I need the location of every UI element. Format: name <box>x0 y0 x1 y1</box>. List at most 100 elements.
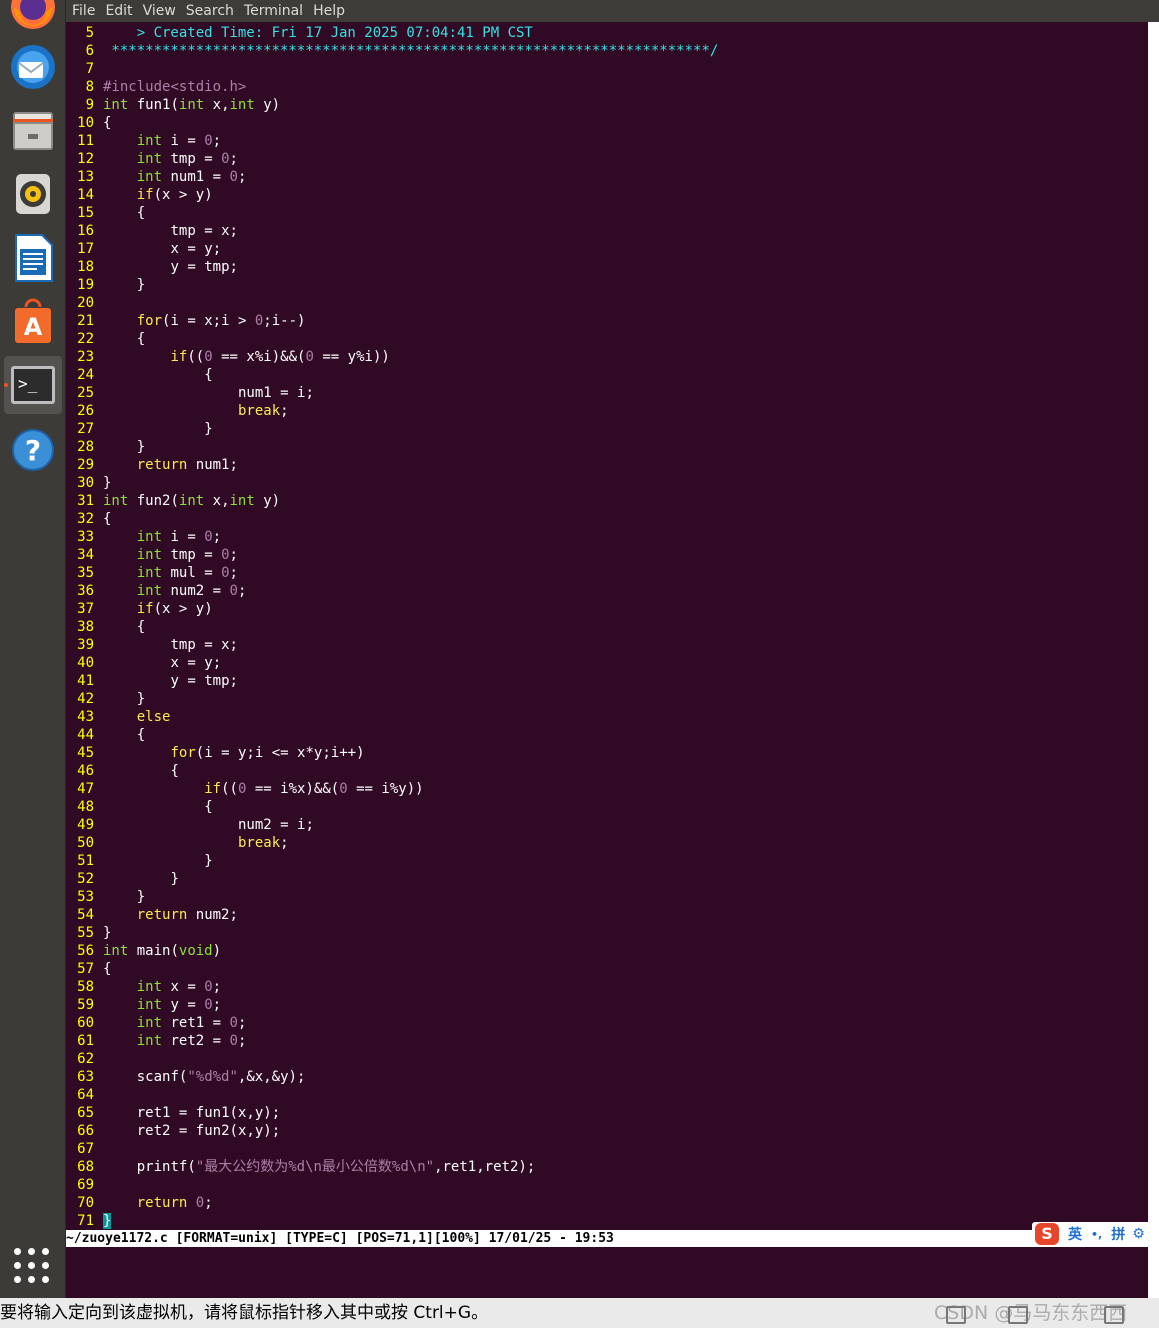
line-text: { <box>136 727 146 743</box>
line-text: y = tmp; <box>170 259 238 275</box>
tray-network-icon[interactable] <box>1008 1306 1028 1324</box>
terminal-menubar: File Edit View Search Terminal Help <box>66 0 1159 22</box>
code-line: 48 { <box>66 798 718 816</box>
line-number: 62 <box>77 1051 94 1067</box>
ime-punct-toggle[interactable]: •, <box>1091 1228 1102 1241</box>
code-line: 14 if(x > y) <box>66 186 718 204</box>
line-number: 50 <box>77 835 94 851</box>
code-line: 60 int ret1 = 0; <box>66 1014 718 1032</box>
line-number: 24 <box>77 367 94 383</box>
line-text: int fun1(int x,int y) <box>103 97 281 113</box>
line-number: 60 <box>77 1015 94 1031</box>
line-number: 36 <box>77 583 94 599</box>
line-text: else <box>136 709 171 725</box>
terminal-icon[interactable]: >_ <box>4 356 62 414</box>
line-text: x = y; <box>170 241 222 257</box>
menu-terminal[interactable]: Terminal <box>239 0 308 22</box>
code-line: 20 <box>66 294 718 312</box>
ime-lang-toggle[interactable]: 英 <box>1068 1224 1082 1244</box>
line-text: if(x > y) <box>136 187 213 203</box>
line-number: 16 <box>77 223 94 239</box>
menu-edit[interactable]: Edit <box>100 0 137 22</box>
code-line: 52 } <box>66 870 718 888</box>
code-line: 53 } <box>66 888 718 906</box>
line-number: 35 <box>77 565 94 581</box>
files-icon[interactable] <box>4 101 62 159</box>
writer-icon[interactable] <box>4 229 62 287</box>
menu-view[interactable]: View <box>138 0 181 22</box>
line-number: 53 <box>77 889 94 905</box>
line-number: 55 <box>77 925 94 941</box>
line-text: if(x > y) <box>136 601 213 617</box>
line-text: } <box>204 853 213 869</box>
line-text: { <box>103 115 112 131</box>
sogou-ime-toolbar[interactable]: S 英 •, 拼 ⚙ <box>1032 1222 1159 1246</box>
line-number: 39 <box>77 637 94 653</box>
menu-search[interactable]: Search <box>181 0 239 22</box>
thunderbird-icon[interactable] <box>4 38 62 96</box>
line-text: #include<stdio.h> <box>103 79 247 95</box>
code-line: 34 int tmp = 0; <box>66 546 718 564</box>
menu-help[interactable]: Help <box>308 0 350 22</box>
line-number: 19 <box>77 277 94 293</box>
line-number: 8 <box>85 79 94 95</box>
line-text: int ret2 = 0; <box>136 1033 247 1049</box>
code-line: 40 x = y; <box>66 654 718 672</box>
show-applications-icon[interactable] <box>14 1248 50 1284</box>
terminal-scrollbar[interactable] <box>1148 22 1159 1298</box>
code-line: 33 int i = 0; <box>66 528 718 546</box>
tray-display-icon[interactable] <box>1104 1306 1124 1324</box>
software-icon[interactable]: A <box>4 293 62 351</box>
tray-device-icon[interactable] <box>946 1306 966 1324</box>
ime-pinyin[interactable]: 拼 <box>1111 1224 1125 1244</box>
line-number: 49 <box>77 817 94 833</box>
cursor: } <box>103 1213 112 1229</box>
code-line: 15 { <box>66 204 718 222</box>
line-number: 64 <box>77 1087 94 1103</box>
gear-icon[interactable]: ⚙ <box>1132 1226 1145 1242</box>
help-icon[interactable]: ? <box>4 421 62 479</box>
code-line: 11 int i = 0; <box>66 132 718 150</box>
code-line: 42 } <box>66 690 718 708</box>
code-line: 49 num2 = i; <box>66 816 718 834</box>
code-line: 65 ret1 = fun1(x,y); <box>66 1104 718 1122</box>
sogou-logo-icon[interactable]: S <box>1035 1223 1059 1245</box>
line-number: 41 <box>77 673 94 689</box>
running-indicator <box>4 383 8 387</box>
code-line: 41 y = tmp; <box>66 672 718 690</box>
line-number: 45 <box>77 745 94 761</box>
line-number: 9 <box>85 97 94 113</box>
code-line: 32 { <box>66 510 718 528</box>
line-text: int fun2(int x,int y) <box>103 493 281 509</box>
vim-editor[interactable]: 5 > Created Time: Fri 17 Jan 2025 07:04:… <box>66 22 1148 1230</box>
code-line: 50 break; <box>66 834 718 852</box>
code-line: 18 y = tmp; <box>66 258 718 276</box>
line-number: 57 <box>77 961 94 977</box>
firefox-icon[interactable] <box>4 0 62 36</box>
line-text: { <box>136 331 146 347</box>
line-number: 46 <box>77 763 94 779</box>
code-line: 63 scanf("%d%d",&x,&y); <box>66 1068 718 1086</box>
line-text: } <box>136 889 146 905</box>
code-line: 31 int fun2(int x,int y) <box>66 492 718 510</box>
line-text: num2 = i; <box>238 817 314 833</box>
line-text: scanf("%d%d",&x,&y); <box>136 1069 306 1085</box>
line-number: 65 <box>77 1105 94 1121</box>
svg-text:?: ? <box>25 434 41 467</box>
line-number: 67 <box>77 1141 94 1157</box>
code-line: 17 x = y; <box>66 240 718 258</box>
code-line: 69 <box>66 1176 718 1194</box>
line-text: int tmp = 0; <box>136 547 238 563</box>
line-text: } <box>103 925 112 941</box>
code-buffer: 5 > Created Time: Fri 17 Jan 2025 07:04:… <box>66 24 718 1230</box>
line-number: 40 <box>77 655 94 671</box>
code-line: 58 int x = 0; <box>66 978 718 996</box>
code-line: 61 int ret2 = 0; <box>66 1032 718 1050</box>
code-line: 13 int num1 = 0; <box>66 168 718 186</box>
svg-text:>_: >_ <box>18 374 38 393</box>
rhythmbox-icon[interactable] <box>4 165 62 223</box>
line-number: 20 <box>77 295 94 311</box>
line-number: 58 <box>77 979 94 995</box>
menu-file[interactable]: File <box>66 0 100 22</box>
line-number: 37 <box>77 601 94 617</box>
